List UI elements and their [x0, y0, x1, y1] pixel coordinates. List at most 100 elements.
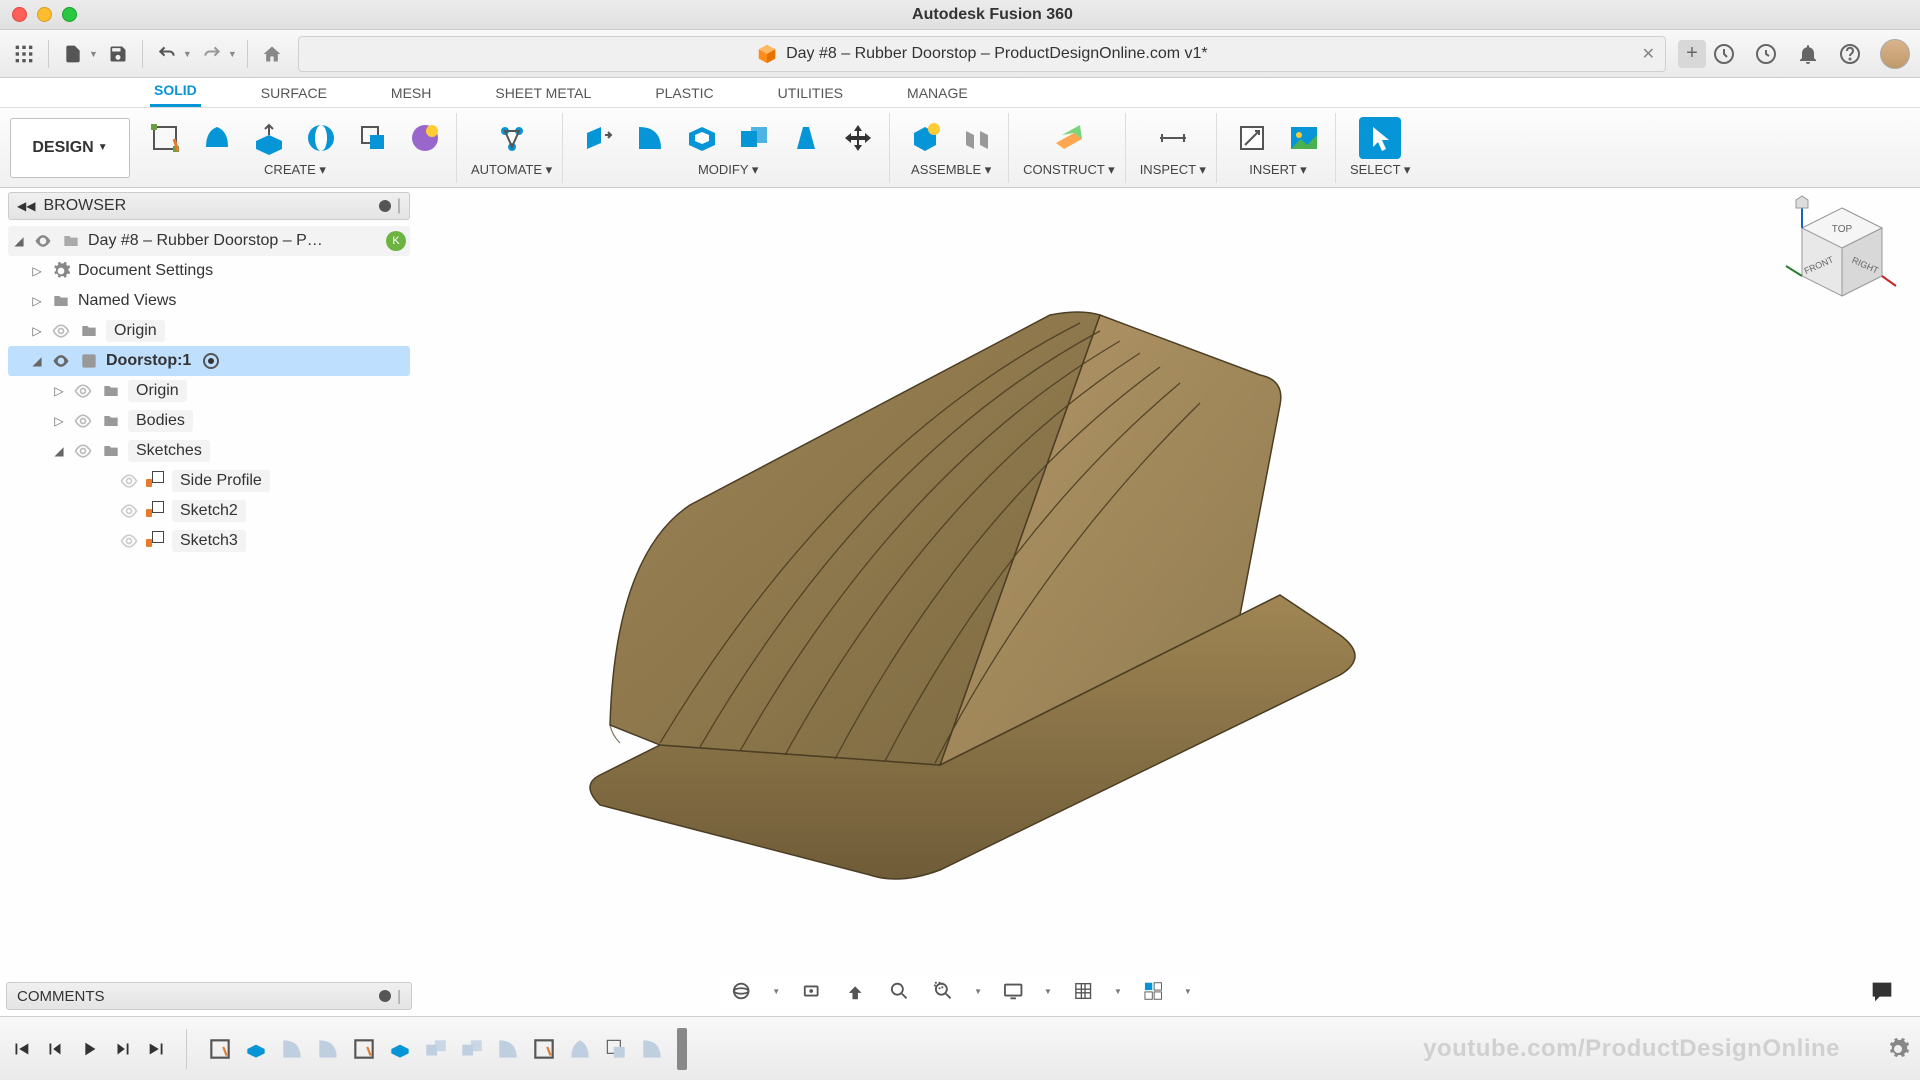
viewport-layout-icon[interactable] [1140, 978, 1166, 1004]
timeline-marker[interactable] [677, 1028, 687, 1070]
undo-dropdown[interactable]: ▼ [183, 49, 192, 59]
construct-group: CONSTRUCT ▾ [1013, 113, 1126, 183]
orbit-icon[interactable] [728, 978, 754, 1004]
timeline-feature-12[interactable] [601, 1034, 631, 1064]
timeline-feature-10[interactable] [529, 1034, 559, 1064]
ribbon-toolbar: DESIGN▼ CREATE ▾ AUTOMATE ▾ MODIFY ▾ [0, 108, 1920, 188]
timeline-feature-7[interactable] [421, 1034, 451, 1064]
select-tool-icon[interactable] [1359, 117, 1401, 159]
create-body-icon[interactable] [352, 117, 394, 159]
3d-viewport[interactable] [0, 188, 1920, 1016]
automate-icon[interactable] [491, 117, 533, 159]
tab-sheet-metal[interactable]: SHEET METAL [491, 79, 595, 107]
insert-decal-icon[interactable] [1283, 117, 1325, 159]
help-icon[interactable] [1838, 42, 1862, 66]
move-icon[interactable] [837, 117, 879, 159]
construct-plane-icon[interactable] [1048, 117, 1090, 159]
press-pull-icon[interactable] [577, 117, 619, 159]
shell-icon[interactable] [681, 117, 723, 159]
home-icon[interactable] [258, 40, 286, 68]
timeline-feature-11[interactable] [565, 1034, 595, 1064]
file-menu-dropdown[interactable]: ▼ [89, 49, 98, 59]
create-label: CREATE ▾ [264, 162, 326, 178]
notifications-icon[interactable] [1796, 42, 1820, 66]
minimize-window[interactable] [37, 7, 52, 22]
document-cube-icon [756, 43, 778, 65]
select-group: SELECT ▾ [1340, 113, 1420, 183]
timeline-feature-8[interactable] [457, 1034, 487, 1064]
redo-icon[interactable] [198, 40, 226, 68]
draft-icon[interactable] [785, 117, 827, 159]
user-avatar[interactable] [1880, 39, 1910, 69]
timeline-feature-1[interactable] [205, 1034, 235, 1064]
undo-icon[interactable] [153, 40, 181, 68]
file-menu-icon[interactable] [59, 40, 87, 68]
new-component-icon[interactable] [904, 117, 946, 159]
display-settings-icon[interactable] [1000, 978, 1026, 1004]
maximize-window[interactable] [62, 7, 77, 22]
comments-panel-header[interactable]: COMMENTS | [6, 982, 412, 1010]
viewcube[interactable]: TOP FRONT RIGHT [1782, 194, 1902, 324]
create-sketch-icon[interactable] [144, 117, 186, 159]
document-tab[interactable]: Day #8 – Rubber Doorstop – ProductDesign… [298, 36, 1666, 72]
quick-access-bar: ▼ ▼ ▼ Day #8 – Rubber Doorstop – Product… [0, 30, 1920, 78]
timeline-feature-9[interactable] [493, 1034, 523, 1064]
modify-group: MODIFY ▾ [567, 113, 890, 183]
timeline-start-icon[interactable] [10, 1038, 32, 1060]
create-group: CREATE ▾ [134, 113, 457, 183]
grid-settings-icon[interactable] [1070, 978, 1096, 1004]
timeline-feature-13[interactable] [637, 1034, 667, 1064]
tab-solid[interactable]: SOLID [150, 76, 201, 107]
tab-mesh[interactable]: MESH [387, 79, 435, 107]
data-panel-icon[interactable] [10, 40, 38, 68]
viewport-area: ◀◀ BROWSER | ◢ Day #8 – Rubber Doorstop … [0, 188, 1920, 1016]
save-icon[interactable] [104, 40, 132, 68]
qa-right-cluster [1712, 39, 1910, 69]
automate-label: AUTOMATE ▾ [471, 162, 552, 178]
timeline-play-icon[interactable] [78, 1038, 100, 1060]
extrude-icon[interactable] [248, 117, 290, 159]
create-form-icon[interactable] [196, 117, 238, 159]
feedback-icon[interactable] [1868, 978, 1896, 1006]
job-status-icon[interactable] [1754, 42, 1778, 66]
new-tab-button[interactable]: + [1678, 40, 1706, 68]
redo-dropdown[interactable]: ▼ [228, 49, 237, 59]
timeline-feature-3[interactable] [277, 1034, 307, 1064]
timeline-step-back-icon[interactable] [44, 1038, 66, 1060]
emboss-icon[interactable] [404, 117, 446, 159]
tab-utilities[interactable]: UTILITIES [774, 79, 847, 107]
timeline-feature-6[interactable] [385, 1034, 415, 1064]
timeline-feature-2[interactable] [241, 1034, 271, 1064]
timeline-step-forward-icon[interactable] [112, 1038, 134, 1060]
tab-surface[interactable]: SURFACE [257, 79, 331, 107]
close-window[interactable] [12, 7, 27, 22]
fillet-icon[interactable] [629, 117, 671, 159]
ribbon-tabs: SOLID SURFACE MESH SHEET METAL PLASTIC U… [0, 78, 1920, 108]
model-render [540, 275, 1380, 895]
extensions-icon[interactable] [1712, 42, 1736, 66]
timeline-end-icon[interactable] [146, 1038, 168, 1060]
look-at-icon[interactable] [798, 978, 824, 1004]
insert-label: INSERT ▾ [1249, 162, 1306, 178]
viewcube-top: TOP [1832, 224, 1853, 235]
timeline-settings-icon[interactable] [1886, 1037, 1910, 1061]
workspace-switcher[interactable]: DESIGN▼ [10, 118, 130, 178]
zoom-icon[interactable] [886, 978, 912, 1004]
zoom-window-icon[interactable] [930, 978, 956, 1004]
comments-options-icon[interactable] [379, 990, 391, 1002]
timeline-feature-5[interactable] [349, 1034, 379, 1064]
pan-icon[interactable] [842, 978, 868, 1004]
measure-icon[interactable] [1152, 117, 1194, 159]
tab-manage[interactable]: MANAGE [903, 79, 972, 107]
modify-label: MODIFY ▾ [698, 162, 758, 178]
combine-icon[interactable] [733, 117, 775, 159]
joint-icon[interactable] [956, 117, 998, 159]
revolve-icon[interactable] [300, 117, 342, 159]
inspect-group: INSPECT ▾ [1130, 113, 1217, 183]
viewcube-home-icon [1796, 196, 1808, 208]
close-tab-icon[interactable]: ✕ [1642, 44, 1655, 64]
insert-derive-icon[interactable] [1231, 117, 1273, 159]
titlebar: Autodesk Fusion 360 [0, 0, 1920, 30]
timeline-feature-4[interactable] [313, 1034, 343, 1064]
tab-plastic[interactable]: PLASTIC [651, 79, 717, 107]
